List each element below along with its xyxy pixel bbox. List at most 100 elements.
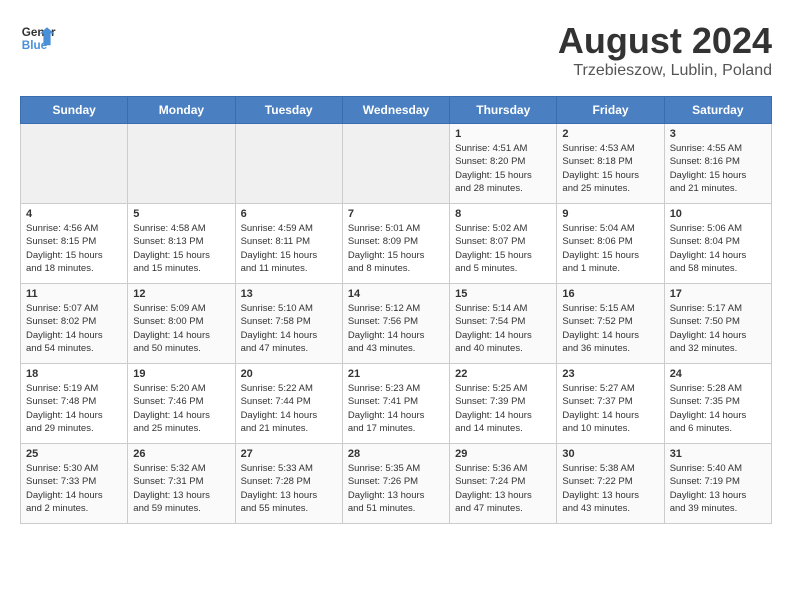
day-number: 11 — [26, 288, 122, 300]
day-number: 18 — [26, 368, 122, 380]
day-number: 4 — [26, 208, 122, 220]
calendar-cell: 30Sunrise: 5:38 AM Sunset: 7:22 PM Dayli… — [557, 444, 664, 524]
day-info: Sunrise: 5:40 AM Sunset: 7:19 PM Dayligh… — [670, 462, 766, 515]
calendar-cell — [128, 124, 235, 204]
day-info: Sunrise: 4:56 AM Sunset: 8:15 PM Dayligh… — [26, 222, 122, 275]
day-info: Sunrise: 5:23 AM Sunset: 7:41 PM Dayligh… — [348, 382, 444, 435]
calendar-cell: 13 Sunrise: 5:10 AM Sunset: 7:58 PM Dayli… — [235, 284, 342, 364]
calendar-cell: 12 Sunrise: 5:09 AM Sunset: 8:00 PM Dayli… — [128, 284, 235, 364]
day-info: Sunrise: 5:36 AM Sunset: 7:24 PM Dayligh… — [455, 462, 551, 515]
calendar-cell: 11 Sunrise: 5:07 AM Sunset: 8:02 PM Dayli… — [21, 284, 128, 364]
weekday-header-monday: Monday — [128, 97, 235, 124]
day-info: Sunrise: 5:10 AM Sunset: 7:58 PM Dayligh… — [241, 302, 337, 355]
weekday-header-thursday: Thursday — [450, 97, 557, 124]
day-number: 23 — [562, 368, 658, 380]
weekday-header-row: SundayMondayTuesdayWednesdayThursdayFrid… — [21, 97, 772, 124]
day-info: Sunrise: 5:22 AM Sunset: 7:44 PM Dayligh… — [241, 382, 337, 435]
calendar-cell: 9 Sunrise: 5:04 AM Sunset: 8:06 PM Daylig… — [557, 204, 664, 284]
calendar-cell: 19 Sunrise: 5:20 AM Sunset: 7:46 PM Dayli… — [128, 364, 235, 444]
calendar-cell — [235, 124, 342, 204]
calendar-cell: 22Sunrise: 5:25 AM Sunset: 7:39 PM Dayli… — [450, 364, 557, 444]
day-info: Sunrise: 5:14 AM Sunset: 7:54 PM Dayligh… — [455, 302, 551, 355]
day-info: Sunrise: 5:27 AM Sunset: 7:37 PM Dayligh… — [562, 382, 658, 435]
day-number: 8 — [455, 208, 551, 220]
calendar-week-3: 11 Sunrise: 5:07 AM Sunset: 8:02 PM Dayli… — [21, 284, 772, 364]
calendar-cell: 6Sunrise: 4:59 AM Sunset: 8:11 PM Daylig… — [235, 204, 342, 284]
calendar-cell: 15 Sunrise: 5:14 AM Sunset: 7:54 PM Dayli… — [450, 284, 557, 364]
day-info: Sunrise: 5:01 AM Sunset: 8:09 PM Dayligh… — [348, 222, 444, 275]
day-info: Sunrise: 5:32 AM Sunset: 7:31 PM Dayligh… — [133, 462, 229, 515]
calendar-cell: 29Sunrise: 5:36 AM Sunset: 7:24 PM Dayli… — [450, 444, 557, 524]
day-number: 21 — [348, 368, 444, 380]
day-number: 20 — [241, 368, 337, 380]
day-number: 3 — [670, 128, 766, 140]
calendar-cell — [21, 124, 128, 204]
calendar-cell: 24Sunrise: 5:28 AM Sunset: 7:35 PM Dayli… — [664, 364, 771, 444]
day-info: Sunrise: 5:38 AM Sunset: 7:22 PM Dayligh… — [562, 462, 658, 515]
day-number: 2 — [562, 128, 658, 140]
calendar-cell: 20 Sunrise: 5:22 AM Sunset: 7:44 PM Dayli… — [235, 364, 342, 444]
calendar-cell: 18Sunrise: 5:19 AM Sunset: 7:48 PM Dayli… — [21, 364, 128, 444]
day-info: Sunrise: 5:12 AM Sunset: 7:56 PM Dayligh… — [348, 302, 444, 355]
day-info: Sunrise: 5:06 AM Sunset: 8:04 PM Dayligh… — [670, 222, 766, 275]
page-title: August 2024 — [558, 20, 772, 62]
day-info: Sunrise: 5:20 AM Sunset: 7:46 PM Dayligh… — [133, 382, 229, 435]
day-info: Sunrise: 5:09 AM Sunset: 8:00 PM Dayligh… — [133, 302, 229, 355]
page-header: General Blue August 2024 Trzebieszow, Lu… — [20, 20, 772, 80]
day-info: Sunrise: 5:25 AM Sunset: 7:39 PM Dayligh… — [455, 382, 551, 435]
day-number: 27 — [241, 448, 337, 460]
calendar-week-2: 4 Sunrise: 4:56 AM Sunset: 8:15 PM Daylig… — [21, 204, 772, 284]
calendar-week-4: 18Sunrise: 5:19 AM Sunset: 7:48 PM Dayli… — [21, 364, 772, 444]
day-number: 13 — [241, 288, 337, 300]
calendar-cell: 25 Sunrise: 5:30 AM Sunset: 7:33 PM Dayli… — [21, 444, 128, 524]
calendar-cell: 28 Sunrise: 5:35 AM Sunset: 7:26 PM Dayli… — [342, 444, 449, 524]
weekday-header-friday: Friday — [557, 97, 664, 124]
calendar-cell: 17 Sunrise: 5:17 AM Sunset: 7:50 PM Dayli… — [664, 284, 771, 364]
day-number: 26 — [133, 448, 229, 460]
day-number: 10 — [670, 208, 766, 220]
day-number: 16 — [562, 288, 658, 300]
calendar-cell: 8 Sunrise: 5:02 AM Sunset: 8:07 PM Daylig… — [450, 204, 557, 284]
day-info: Sunrise: 5:35 AM Sunset: 7:26 PM Dayligh… — [348, 462, 444, 515]
day-info: Sunrise: 5:02 AM Sunset: 8:07 PM Dayligh… — [455, 222, 551, 275]
calendar-cell: 23 Sunrise: 5:27 AM Sunset: 7:37 PM Dayli… — [557, 364, 664, 444]
calendar-cell: 10 Sunrise: 5:06 AM Sunset: 8:04 PM Dayli… — [664, 204, 771, 284]
day-number: 9 — [562, 208, 658, 220]
calendar-cell: 7 Sunrise: 5:01 AM Sunset: 8:09 PM Daylig… — [342, 204, 449, 284]
day-number: 5 — [133, 208, 229, 220]
day-info: Sunrise: 5:30 AM Sunset: 7:33 PM Dayligh… — [26, 462, 122, 515]
logo-icon: General Blue — [20, 20, 56, 56]
calendar-cell: 2 Sunrise: 4:53 AM Sunset: 8:18 PM Daylig… — [557, 124, 664, 204]
day-info: Sunrise: 5:17 AM Sunset: 7:50 PM Dayligh… — [670, 302, 766, 355]
day-info: Sunrise: 4:53 AM Sunset: 8:18 PM Dayligh… — [562, 142, 658, 195]
day-info: Sunrise: 4:59 AM Sunset: 8:11 PM Dayligh… — [241, 222, 337, 275]
day-number: 7 — [348, 208, 444, 220]
day-info: Sunrise: 4:51 AM Sunset: 8:20 PM Dayligh… — [455, 142, 551, 195]
calendar-cell: 5Sunrise: 4:58 AM Sunset: 8:13 PM Daylig… — [128, 204, 235, 284]
day-info: Sunrise: 5:15 AM Sunset: 7:52 PM Dayligh… — [562, 302, 658, 355]
day-info: Sunrise: 5:04 AM Sunset: 8:06 PM Dayligh… — [562, 222, 658, 275]
calendar-cell: 27 Sunrise: 5:33 AM Sunset: 7:28 PM Dayli… — [235, 444, 342, 524]
calendar-cell — [342, 124, 449, 204]
calendar-week-5: 25 Sunrise: 5:30 AM Sunset: 7:33 PM Dayli… — [21, 444, 772, 524]
page-subtitle: Trzebieszow, Lublin, Poland — [558, 62, 772, 80]
calendar-cell: 14Sunrise: 5:12 AM Sunset: 7:56 PM Dayli… — [342, 284, 449, 364]
calendar-cell: 3Sunrise: 4:55 AM Sunset: 8:16 PM Daylig… — [664, 124, 771, 204]
calendar-cell: 4 Sunrise: 4:56 AM Sunset: 8:15 PM Daylig… — [21, 204, 128, 284]
day-info: Sunrise: 5:07 AM Sunset: 8:02 PM Dayligh… — [26, 302, 122, 355]
day-number: 31 — [670, 448, 766, 460]
day-number: 19 — [133, 368, 229, 380]
day-info: Sunrise: 5:33 AM Sunset: 7:28 PM Dayligh… — [241, 462, 337, 515]
logo: General Blue — [20, 20, 56, 56]
calendar-week-1: 1Sunrise: 4:51 AM Sunset: 8:20 PM Daylig… — [21, 124, 772, 204]
weekday-header-tuesday: Tuesday — [235, 97, 342, 124]
day-number: 17 — [670, 288, 766, 300]
day-number: 28 — [348, 448, 444, 460]
day-number: 24 — [670, 368, 766, 380]
day-number: 15 — [455, 288, 551, 300]
day-number: 25 — [26, 448, 122, 460]
calendar-cell: 21 Sunrise: 5:23 AM Sunset: 7:41 PM Dayli… — [342, 364, 449, 444]
weekday-header-sunday: Sunday — [21, 97, 128, 124]
calendar-cell: 1Sunrise: 4:51 AM Sunset: 8:20 PM Daylig… — [450, 124, 557, 204]
day-number: 12 — [133, 288, 229, 300]
